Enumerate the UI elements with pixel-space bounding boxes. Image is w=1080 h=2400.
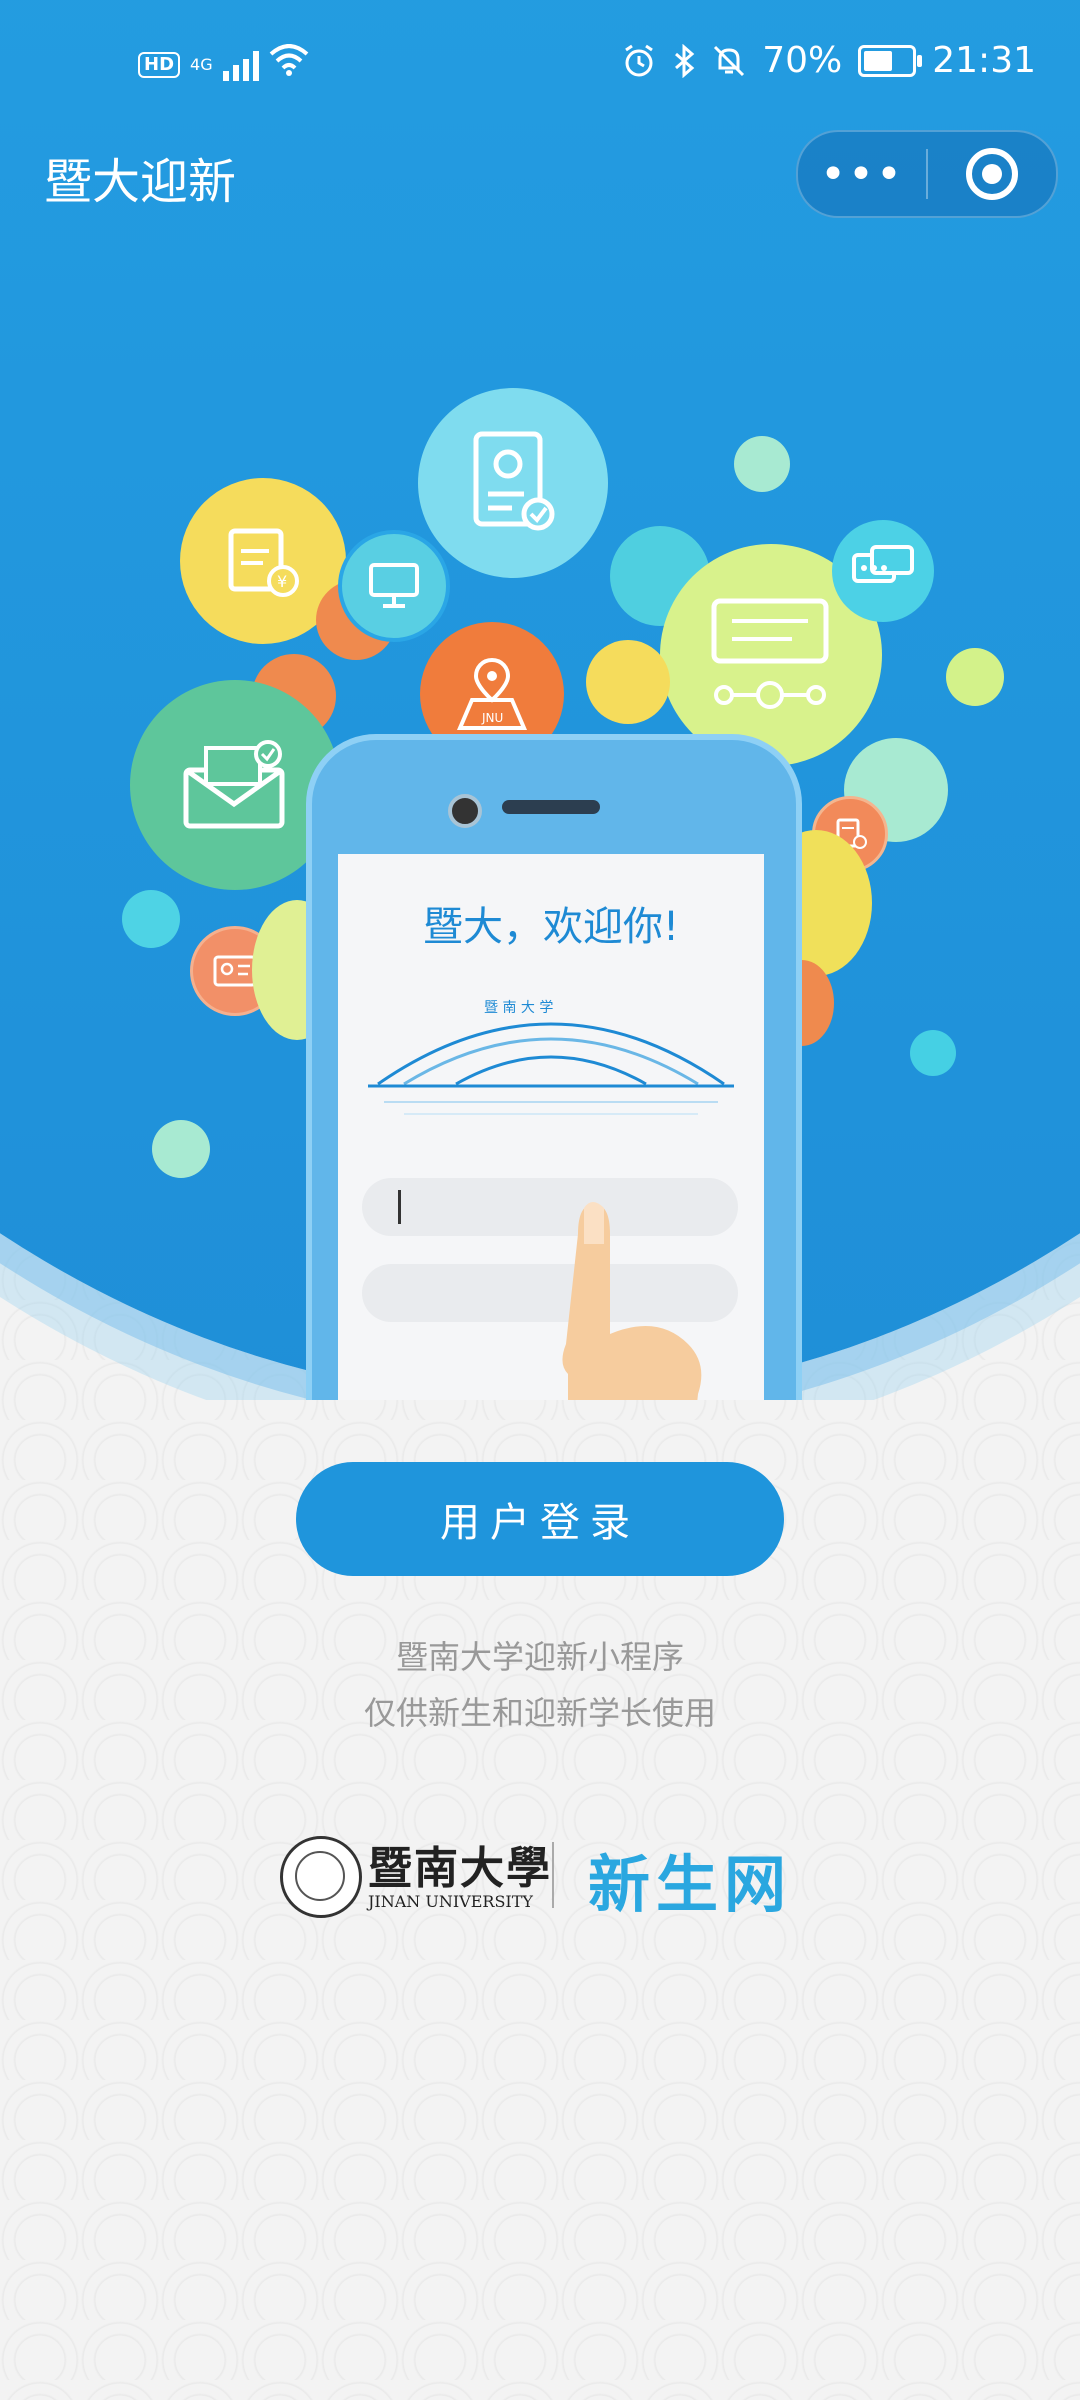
- description-line-1: 暨南大学迎新小程序: [395, 1638, 684, 1676]
- decor-bubble: [586, 640, 670, 724]
- signal-icon: [222, 49, 259, 81]
- mute-icon: [714, 45, 745, 76]
- svg-text:JNU: JNU: [481, 711, 503, 725]
- welcome-text: 暨大，欢迎你!: [422, 904, 680, 950]
- message-flow-icon: [711, 598, 829, 709]
- phone-illustration: 暨大，欢迎你! 暨 南 大 学: [306, 734, 802, 1400]
- payment-document-icon: ¥: [228, 528, 299, 597]
- university-name-en: JINAN UNIVERSITY: [368, 1892, 533, 1911]
- document-bubble: [418, 388, 608, 578]
- logo-divider: [552, 1842, 554, 1908]
- bluetooth-icon: [675, 43, 695, 78]
- profile-document-icon: [473, 431, 555, 531]
- comments-icon: [852, 545, 914, 583]
- computer-icon: [369, 563, 419, 608]
- battery-fill: [864, 50, 893, 71]
- status-left: HD 4G: [138, 44, 309, 85]
- target-icon: [966, 148, 1018, 200]
- university-seal-icon: [280, 1836, 362, 1918]
- text-cursor: [398, 1190, 401, 1224]
- decor-bubble: [122, 890, 180, 948]
- login-button[interactable]: 用户登录: [296, 1462, 784, 1576]
- envelope-icon: [183, 740, 285, 829]
- page-title: 暨大迎新: [44, 154, 237, 210]
- map-pin-icon: JNU: [456, 657, 528, 730]
- phone-speaker: [502, 800, 600, 814]
- miniprogram-capsule: •••: [796, 130, 1058, 218]
- decor-bubble: [910, 1030, 956, 1076]
- phone-camera: [448, 794, 482, 828]
- network-type: 4G: [190, 54, 213, 74]
- clock: 21:31: [932, 40, 1036, 81]
- university-name-cn: 暨南大學: [368, 1843, 552, 1894]
- battery-percent: 70%: [762, 40, 843, 81]
- university-arch-logo: 暨 南 大 学: [368, 1000, 734, 1115]
- more-button[interactable]: •••: [798, 132, 926, 216]
- more-dots-icon: •••: [820, 148, 904, 200]
- brand-logo: 新生网: [588, 1848, 793, 1921]
- computer-bubble: [338, 530, 450, 642]
- comment-bubble: [832, 520, 934, 622]
- battery-icon: [858, 44, 923, 77]
- wifi-icon: [269, 44, 309, 85]
- decor-bubble: [946, 648, 1004, 706]
- pointing-hand-icon: [562, 1202, 702, 1400]
- hd-indicator: HD: [138, 51, 181, 78]
- close-miniprogram-button[interactable]: [928, 132, 1056, 216]
- description-line-2: 仅供新生和迎新学长使用: [363, 1694, 716, 1732]
- alarm-icon: [625, 44, 654, 76]
- footer-logos: 暨南大學 JINAN UNIVERSITY 新生网: [280, 1830, 800, 1921]
- decor-bubble: [734, 436, 790, 492]
- status-bar: HD 4G 70% 21:31: [0, 0, 1080, 130]
- svg-text:¥: ¥: [277, 572, 287, 591]
- phone-screen: 暨大，欢迎你! 暨 南 大 学: [338, 854, 764, 1400]
- status-right: 70% 21:31: [622, 40, 1036, 81]
- decor-bubble: [152, 1120, 210, 1178]
- svg-text:暨 南 大 学: 暨 南 大 学: [484, 1000, 553, 1016]
